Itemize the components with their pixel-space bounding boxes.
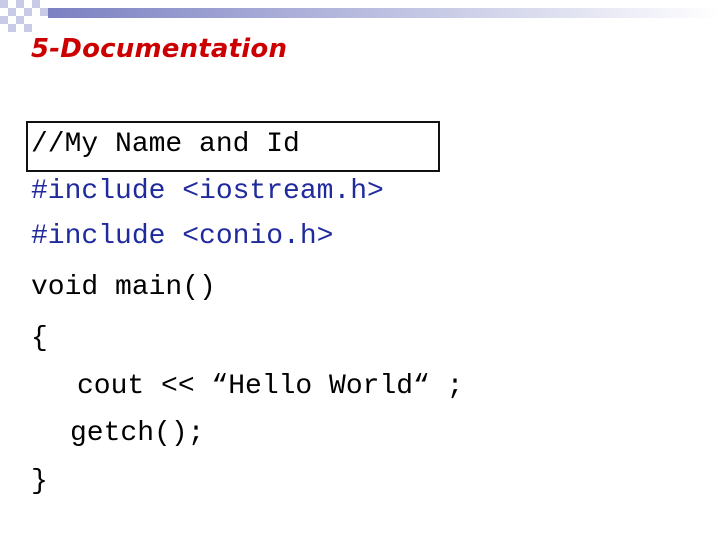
include-header: <conio.h> xyxy=(165,221,334,252)
code-main-line: void main() xyxy=(31,272,216,303)
code-close-brace: } xyxy=(31,466,48,497)
code-getch-line: getch(); xyxy=(70,418,205,449)
code-include-line-1: #include <iostream.h> xyxy=(31,178,384,206)
include-header: <iostream.h> xyxy=(165,176,384,207)
include-keyword: #include xyxy=(31,221,166,252)
code-open-brace: { xyxy=(31,323,48,354)
code-include-line-2: #include <conio.h> xyxy=(31,223,333,251)
include-keyword: #include xyxy=(31,176,166,207)
code-comment-line: //My Name and Id xyxy=(31,129,300,160)
code-cout-line: cout << “Hello World“ ; xyxy=(77,371,464,402)
slide-title: 5-Documentation xyxy=(31,34,288,64)
